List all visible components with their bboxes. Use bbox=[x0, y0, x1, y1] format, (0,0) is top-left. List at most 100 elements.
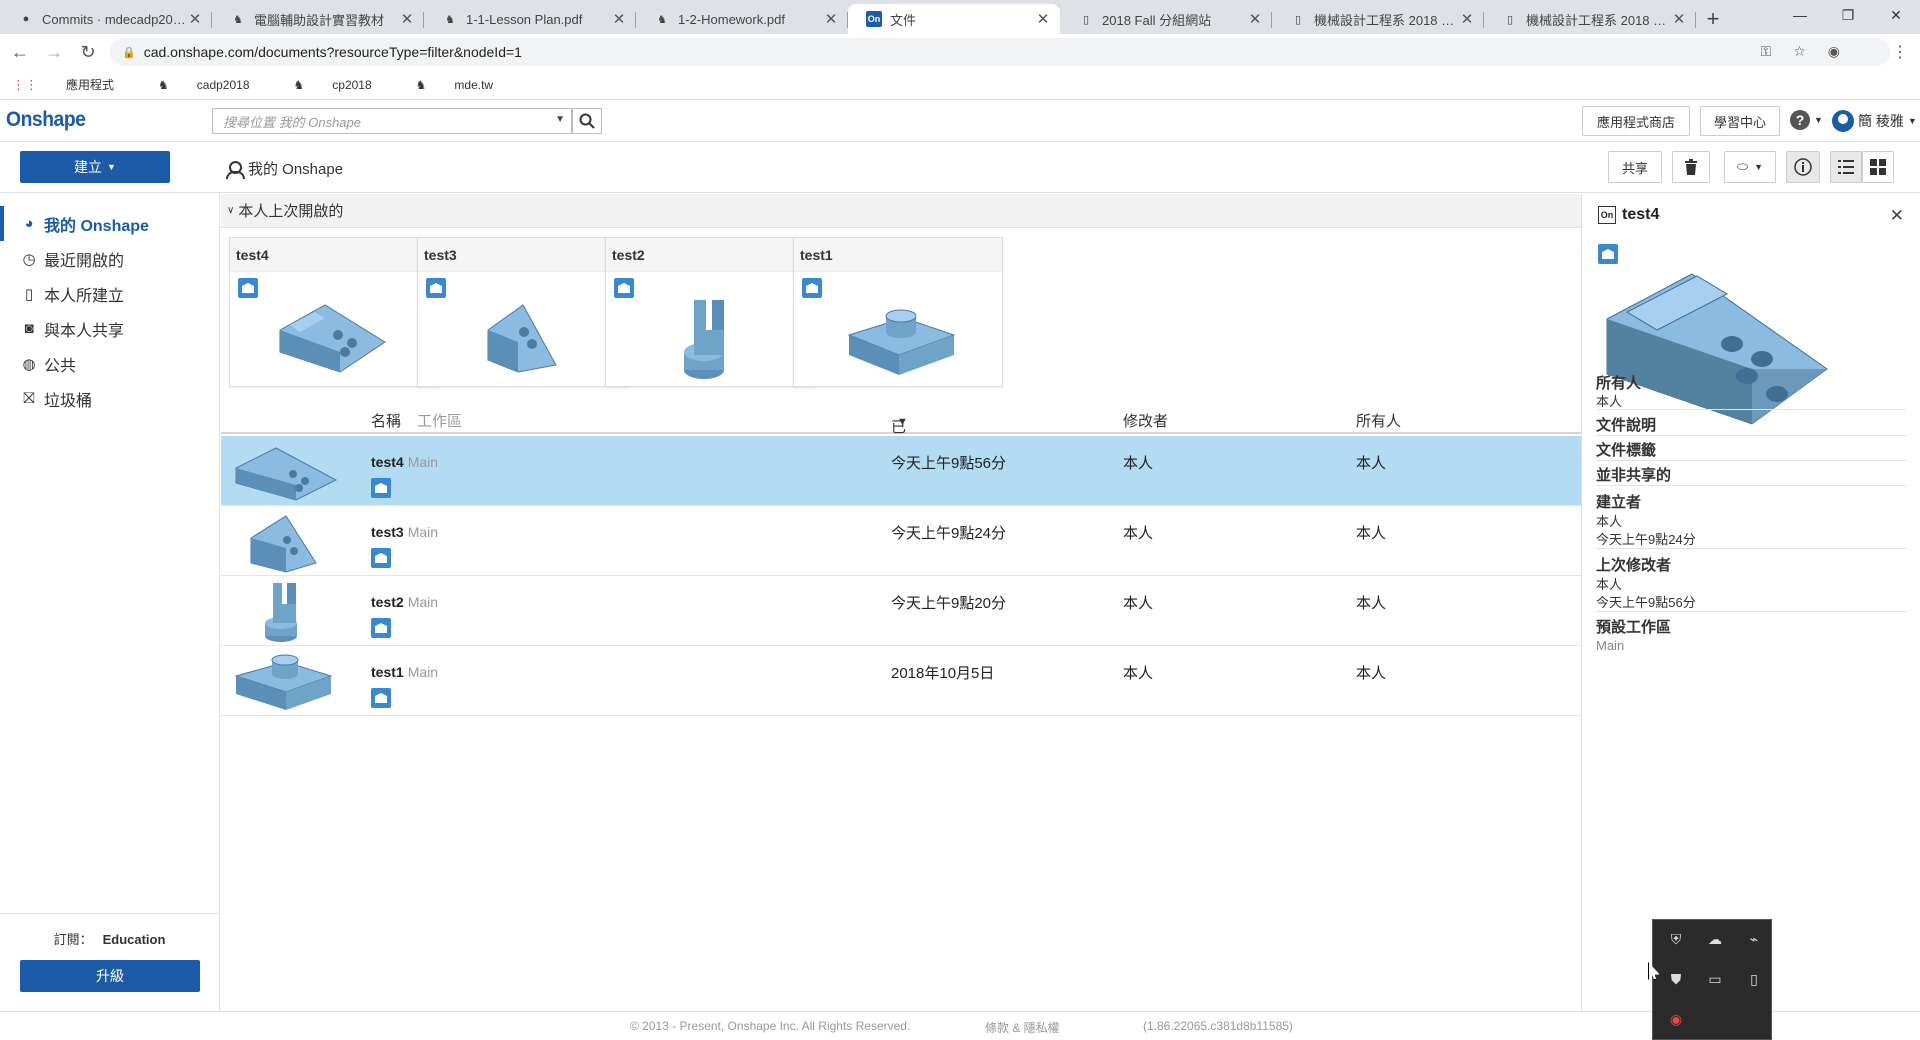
grid-view-button[interactable] bbox=[1862, 151, 1894, 183]
browser-tab[interactable]: ▯ 機械設計工程系 2018 Fall ✕ bbox=[1484, 4, 1696, 34]
delete-button[interactable] bbox=[1672, 151, 1710, 183]
onshape-header: Onshape 搜尋位置 我的 Onshape ▼ 應用程式商店 學習中心 ? ▼ … bbox=[0, 100, 1920, 142]
reload-icon[interactable]: ↻ bbox=[74, 42, 102, 63]
browser-tab-active[interactable]: On 文件 ✕ bbox=[848, 4, 1060, 34]
sharing-property[interactable]: 並非共享的 bbox=[1596, 464, 1906, 486]
search-input[interactable]: 搜尋位置 我的 Onshape ▼ bbox=[212, 108, 572, 134]
onshape-logo[interactable]: Onshape bbox=[6, 108, 86, 132]
model-thumbnail bbox=[684, 300, 724, 379]
user-menu[interactable]: 簡 稜雅 ▼ bbox=[1832, 110, 1917, 132]
document-name[interactable]: test2 bbox=[371, 594, 404, 610]
bookmark-item[interactable]: ♞ cp2018 bbox=[294, 78, 394, 92]
network-icon[interactable]: ⌁ bbox=[1741, 926, 1767, 952]
forward-icon[interactable]: → bbox=[40, 42, 68, 63]
card-title: test3 bbox=[418, 238, 626, 272]
description-property[interactable]: 文件說明 bbox=[1596, 414, 1906, 436]
browser-menu-icon[interactable]: ⋮ bbox=[1892, 42, 1908, 62]
recent-card[interactable]: test1 bbox=[793, 237, 1003, 387]
close-tab-icon[interactable]: ✕ bbox=[1248, 10, 1262, 28]
labels-property[interactable]: 文件標籤 bbox=[1596, 439, 1906, 461]
browser-tab[interactable]: ♞ 電腦輔助設計實習教材 ✕ bbox=[212, 4, 424, 34]
back-icon[interactable]: ← bbox=[6, 42, 34, 63]
sidebar-item-trash[interactable]: ⛝ 垃圾桶 bbox=[0, 381, 219, 416]
learning-center-button[interactable]: 學習中心 bbox=[1700, 106, 1780, 136]
recent-section-header[interactable]: ∨ 本人上次開啟的 bbox=[221, 194, 1581, 228]
bookmark-apps[interactable]: ⋮⋮ 應用程式 bbox=[12, 76, 136, 93]
upgrade-button[interactable]: 升級 bbox=[20, 960, 200, 992]
help-menu[interactable]: ? ▼ bbox=[1790, 110, 1823, 130]
creator-property: 建立者 本人 今天上午9點24分 bbox=[1596, 491, 1906, 549]
sidebar-item-my-onshape[interactable]: ◕ 我的 Onshape bbox=[0, 206, 219, 241]
bookmark-item[interactable]: ♞ cadp2018 bbox=[158, 78, 271, 92]
shield-icon[interactable]: ⛨ bbox=[1663, 926, 1689, 952]
bookmark-item[interactable]: ♞ mde.tw bbox=[416, 78, 515, 92]
subscription-plan: Education bbox=[102, 932, 166, 947]
recent-card[interactable]: test2 bbox=[605, 237, 815, 387]
label-button[interactable]: ⬭ ▼ bbox=[1724, 151, 1776, 183]
browser-tab[interactable]: ♞ 1-2-Homework.pdf ✕ bbox=[636, 4, 848, 34]
usb-icon[interactable]: ▯ bbox=[1741, 966, 1767, 992]
breadcrumb: 我的 Onshape bbox=[226, 158, 343, 179]
close-tab-icon[interactable]: ✕ bbox=[824, 10, 838, 28]
column-modifier[interactable]: 修改者 bbox=[1123, 410, 1168, 431]
site-icon: ♞ bbox=[445, 13, 455, 26]
education-icon bbox=[371, 548, 391, 568]
clock-icon: ◷ bbox=[22, 250, 36, 268]
education-icon bbox=[371, 688, 391, 708]
close-icon[interactable]: ✕ bbox=[1890, 206, 1904, 226]
restore-icon[interactable]: ❐ bbox=[1824, 0, 1872, 30]
model-thumbnail bbox=[265, 583, 297, 642]
sidebar-item-created-by-me[interactable]: ▯ 本人所建立 bbox=[0, 276, 219, 311]
close-tab-icon[interactable]: ✕ bbox=[1460, 10, 1474, 28]
terms-link[interactable]: 條款 & 隱私權 bbox=[985, 1019, 1060, 1036]
document-toolbar: 建立 ▼ 我的 Onshape 共享 ⬭ ▼ bbox=[0, 143, 1920, 193]
recent-card[interactable]: test3 bbox=[417, 237, 627, 387]
browser-tab[interactable]: ▯ 2018 Fall 分組網站 ✕ bbox=[1060, 4, 1272, 34]
close-window-icon[interactable]: ✕ bbox=[1872, 0, 1920, 30]
document-name[interactable]: test1 bbox=[371, 664, 404, 680]
profile-icon[interactable]: ◉ bbox=[1828, 43, 1840, 60]
table-row[interactable]: test1 Main 2018年10月5日 本人 本人 bbox=[221, 646, 1581, 716]
table-row[interactable]: test3 Main 今天上午9點24分 本人 本人 bbox=[221, 506, 1581, 576]
sidebar-item-public[interactable]: ◍ 公共 bbox=[0, 346, 219, 381]
close-tab-icon[interactable]: ✕ bbox=[188, 10, 202, 28]
share-button[interactable]: 共享 bbox=[1608, 151, 1662, 183]
column-name[interactable]: 名稱 bbox=[371, 410, 401, 431]
new-tab-button[interactable]: + bbox=[1696, 4, 1730, 34]
sidebar-item-recent[interactable]: ◷ 最近開啟的 bbox=[0, 241, 219, 276]
bookmarks-bar: ⋮⋮ 應用程式 ♞ cadp2018 ♞ cp2018 ♞ mde.tw bbox=[0, 70, 1920, 100]
close-tab-icon[interactable]: ✕ bbox=[1672, 10, 1686, 28]
browser-tab[interactable]: ▯ 機械設計工程系 2018 Fall ✕ bbox=[1272, 4, 1484, 34]
display-icon[interactable]: ▭ bbox=[1702, 966, 1728, 992]
recent-card[interactable]: test4 bbox=[229, 237, 439, 387]
url-field[interactable]: 🔒 cad.onshape.com/documents?resourceType… bbox=[110, 38, 1890, 66]
info-toggle-button[interactable] bbox=[1786, 151, 1820, 183]
document-name[interactable]: test3 bbox=[371, 524, 404, 540]
sidebar-item-shared-with-me[interactable]: ◙ 與本人共享 bbox=[0, 311, 219, 346]
app-store-button[interactable]: 應用程式商店 bbox=[1582, 106, 1690, 136]
footer: © 2013 - Present, Onshape Inc. All Right… bbox=[0, 1011, 1920, 1040]
key-icon[interactable]: ⚿ bbox=[1761, 43, 1772, 60]
chrome-icon[interactable]: ◉ bbox=[1663, 1006, 1689, 1032]
education-icon bbox=[614, 278, 634, 298]
table-row[interactable]: test4 Main 今天上午9點56分 本人 本人 bbox=[221, 436, 1581, 506]
close-tab-icon[interactable]: ✕ bbox=[1036, 10, 1050, 28]
document-name[interactable]: test4 bbox=[371, 454, 404, 470]
list-view-button[interactable] bbox=[1830, 151, 1862, 183]
owner: 本人 bbox=[1356, 525, 1387, 542]
security-icon[interactable]: ⛊ bbox=[1663, 966, 1689, 992]
create-button[interactable]: 建立 ▼ bbox=[20, 151, 170, 183]
close-tab-icon[interactable]: ✕ bbox=[612, 10, 626, 28]
browser-tab[interactable]: ● Commits · mdecadp2018/✕ bbox=[0, 4, 212, 34]
search-scope-dropdown-icon[interactable]: ▼ bbox=[555, 114, 565, 125]
site-icon: ♞ bbox=[657, 13, 667, 26]
star-icon[interactable]: ☆ bbox=[1793, 43, 1806, 60]
search-button[interactable] bbox=[572, 108, 602, 134]
document-details-panel: On test4 ✕ 所有人 本人 文件說明 文件標籤 並非共享的 建立者 本人 今天上… bbox=[1581, 194, 1920, 1011]
column-owner[interactable]: 所有人 bbox=[1356, 410, 1401, 431]
cloud-icon[interactable]: ☁ bbox=[1702, 926, 1728, 952]
browser-tab[interactable]: ♞ 1-1-Lesson Plan.pdf ✕ bbox=[424, 4, 636, 34]
minimize-icon[interactable]: — bbox=[1776, 0, 1824, 30]
table-row[interactable]: test2 Main 今天上午9點20分 本人 本人 bbox=[221, 576, 1581, 646]
close-tab-icon[interactable]: ✕ bbox=[400, 10, 414, 28]
